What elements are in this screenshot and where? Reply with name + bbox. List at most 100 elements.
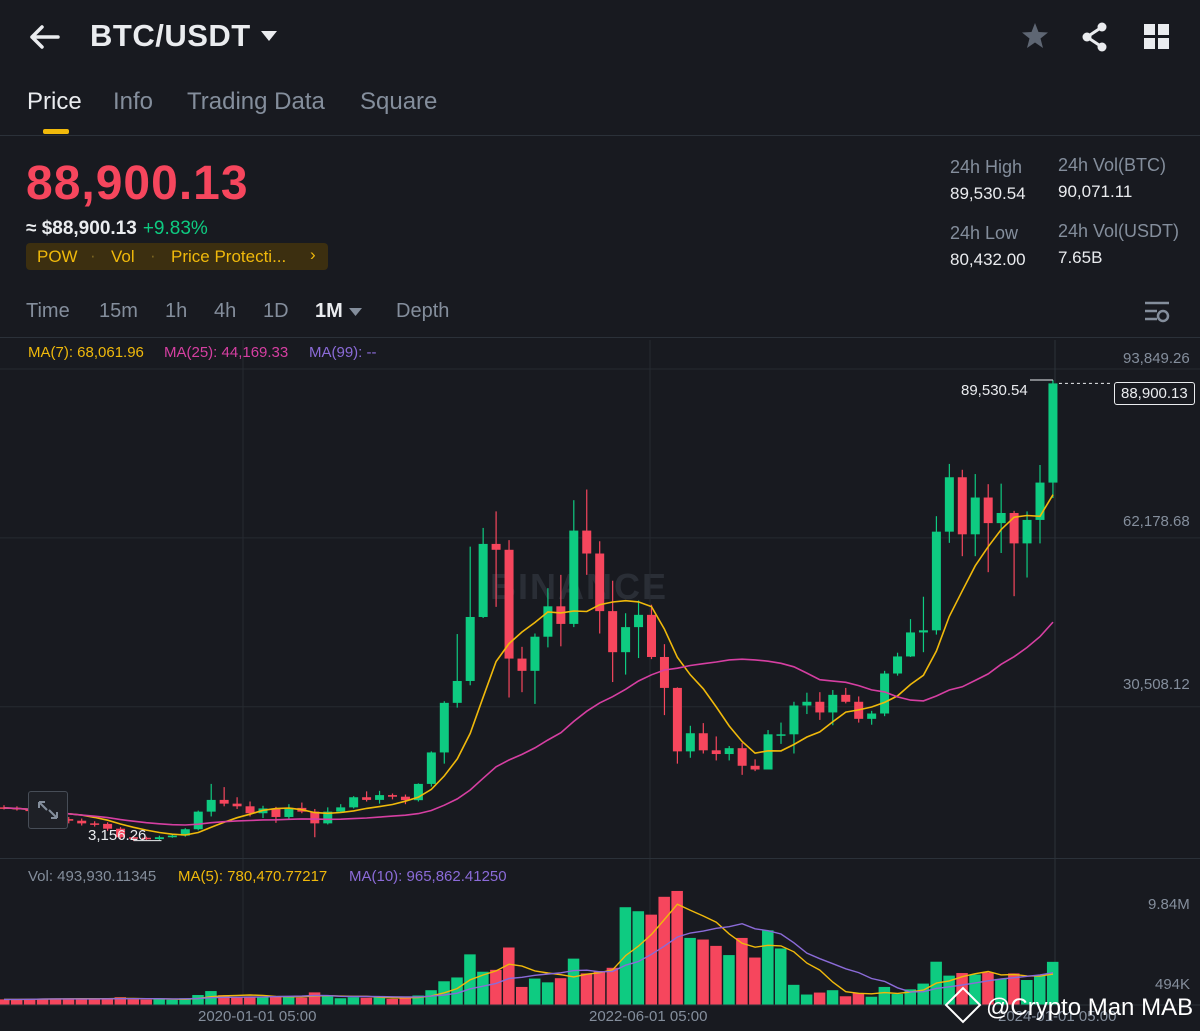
volume-bar <box>839 996 852 1005</box>
candle-body <box>517 658 527 671</box>
volume-bar <box>490 969 502 1005</box>
volume-bar <box>140 999 152 1005</box>
candle-body <box>530 636 540 671</box>
volume-bar <box>75 998 88 1005</box>
volume-bar <box>399 997 411 1005</box>
volume-bar <box>10 999 23 1005</box>
vol-legend: Vol: 493,930.11345 <box>28 868 157 885</box>
volume-bar <box>736 937 748 1005</box>
vol-ma5-legend: MA(5): 780,470.77217 <box>178 868 328 885</box>
candle-body <box>349 797 359 808</box>
volume-bar <box>671 890 683 1005</box>
volume-bar <box>386 998 398 1005</box>
last-price-tag: 88,900.13 <box>1114 382 1195 405</box>
candle-body <box>685 733 695 752</box>
candle-body <box>802 701 812 706</box>
candle-body <box>478 543 488 617</box>
volume-bar <box>891 994 904 1005</box>
candle-body <box>1035 482 1045 520</box>
volume-bar <box>257 997 269 1005</box>
candle-body <box>167 835 177 838</box>
expand-chart-button[interactable] <box>28 791 68 829</box>
candle-body <box>245 806 255 814</box>
ma25-line <box>3 621 1054 826</box>
volume-bar <box>308 992 321 1005</box>
volume-bar <box>684 937 696 1005</box>
volume-bar <box>541 982 554 1005</box>
candle-body <box>232 803 242 807</box>
candle-body <box>815 701 825 713</box>
candle-body <box>828 694 838 713</box>
volume-bar <box>826 990 839 1005</box>
candle-body <box>77 820 87 824</box>
candle-body <box>776 734 786 736</box>
candle-body <box>556 606 566 624</box>
volume-bar <box>231 997 243 1005</box>
volume-bar <box>425 990 437 1005</box>
candle-body <box>375 795 385 800</box>
candle-body <box>621 627 631 653</box>
volume-axis-label: 9.84M <box>1148 896 1190 913</box>
candle-body <box>634 614 644 628</box>
candle-body <box>569 530 579 624</box>
candle-body <box>219 799 229 804</box>
candle-body <box>608 611 618 653</box>
candle-body <box>789 705 799 735</box>
candle-body <box>906 632 915 657</box>
candle-body <box>672 687 682 752</box>
candle-body <box>439 702 449 753</box>
volume-axis-label: 494K <box>1155 976 1191 993</box>
candle-body <box>452 680 462 703</box>
volume-bar <box>127 999 139 1005</box>
credit-text: @Crypto Man MAB <box>986 994 1194 1021</box>
candle-body <box>491 543 501 550</box>
candle-body <box>1022 519 1032 544</box>
volume-bar <box>347 997 360 1005</box>
volume-bar <box>166 999 178 1005</box>
candle-body <box>647 614 656 657</box>
volume-bar <box>593 970 606 1005</box>
candle-body <box>426 752 436 784</box>
candle-body <box>504 549 514 659</box>
volume-bar <box>516 986 528 1005</box>
volume-bar <box>645 914 657 1005</box>
time-axis-label: 2022-06-01 05:00 <box>589 1008 708 1025</box>
candle-body <box>659 656 669 688</box>
volume-bar <box>62 998 75 1005</box>
volume-bar <box>192 995 204 1005</box>
candle-body <box>698 733 708 751</box>
candle-body <box>957 477 967 535</box>
candle-body <box>983 497 993 524</box>
candle-body <box>362 797 372 800</box>
volume-bar <box>632 911 645 1005</box>
volume-bar <box>606 967 619 1005</box>
candle-body <box>206 799 216 812</box>
time-axis-label: 2020-01-01 05:00 <box>198 1008 317 1025</box>
candle-body <box>595 553 605 612</box>
high-marker-label: 89,530.54 <box>961 382 1028 399</box>
candle-body <box>543 606 553 637</box>
candle-body <box>1048 383 1058 483</box>
candle-body <box>893 656 903 674</box>
volume-bar <box>373 997 386 1005</box>
candle-body <box>841 694 851 702</box>
volume-ma10-line <box>4 922 1054 1001</box>
volume-bar <box>528 978 541 1005</box>
volume-bar <box>800 994 813 1005</box>
volume-bar <box>269 996 282 1005</box>
candle-body <box>944 477 954 532</box>
candle-body <box>465 616 475 681</box>
volume-bar <box>295 997 308 1005</box>
volume-bar <box>88 999 101 1005</box>
volume-bar <box>710 945 722 1005</box>
volume-bar <box>852 993 865 1005</box>
candle-body <box>970 497 980 535</box>
candle-body <box>996 512 1006 524</box>
expand-icon <box>38 801 58 819</box>
volume-bar <box>697 939 709 1005</box>
candle-body <box>931 531 941 631</box>
candle-body <box>154 837 164 840</box>
price-axis-label: 30,508.12 <box>1123 676 1190 693</box>
volume-bar <box>321 995 334 1005</box>
low-marker-label: 3,156.26 <box>88 827 147 844</box>
